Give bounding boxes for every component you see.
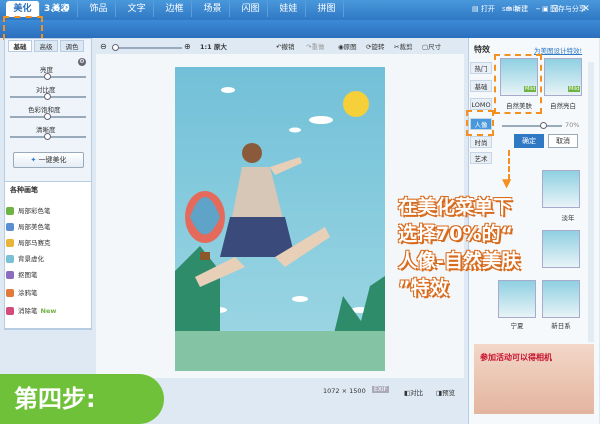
subtab-color[interactable]: 调色 [60,40,84,52]
effect-label: 宁夏 [510,322,524,330]
category-fashion[interactable]: 时尚 [470,136,492,148]
zoom-out-icon[interactable]: ⊖ [100,42,107,51]
category-hot[interactable]: 热门 [470,62,492,74]
brightness-slider-knob[interactable] [44,73,51,80]
actual-size-button[interactable]: 1:1 原大 [200,42,227,52]
blur-icon [6,255,14,263]
category-lomo[interactable]: LOMO [470,98,492,110]
compare-button[interactable]: ◧对比 [404,387,423,397]
effect-opacity-slider[interactable] [502,125,562,127]
arrow-down-icon: ▼ [502,176,512,190]
brush-item[interactable]: 涂鸦笔 [6,288,38,299]
brush-item[interactable]: 局部马赛克 [6,238,51,249]
plus-icon: ⊕ [506,5,515,13]
mild-badge: Mild [568,86,581,92]
step-label: 第四步: [0,374,164,424]
tab-frame[interactable]: 边框 [158,1,192,17]
new-badge: New [40,307,57,315]
subtab-advanced[interactable]: 高级 [34,40,58,52]
image-dimensions: 1072 × 1500 [323,387,366,395]
eraser-icon [6,307,14,315]
zoom-slider-knob[interactable] [112,44,119,51]
color-brush-icon [6,207,14,215]
effect-opacity-value: 70% [565,121,580,129]
zoom-slider[interactable] [112,47,182,49]
resize-button[interactable]: ▢尺寸 [422,42,441,52]
highlight-natural-skin-effect [494,54,542,114]
contrast-slider-knob[interactable] [44,93,51,100]
redo-button[interactable]: ↷重做 [306,42,324,52]
tab-scene[interactable]: 场景 [196,1,230,17]
effect-label: 新日系 [551,322,571,330]
crop-button[interactable]: ✂裁剪 [394,42,412,52]
tone-brush-icon [6,223,14,231]
edited-photo[interactable] [175,67,385,371]
tab-accessories[interactable]: 饰品 [82,1,116,17]
promo-text: 参加活动可以得相机 [480,353,552,362]
highlight-portrait-category [466,110,494,136]
brush-title: 各种画笔 [10,186,38,194]
zoom-in-icon[interactable]: ⊕ [184,42,191,51]
save-share-button[interactable]: ▣ 保存与分享 [542,3,586,15]
brush-item[interactable]: 背景虚化 [6,254,44,265]
settings-icon[interactable]: ⚙ [78,58,86,66]
save-icon: ▣ [542,5,551,13]
rotate-button[interactable]: ⟳旋转 [366,42,384,52]
one-click-beautify-button[interactable]: ✦ 一键美化 [13,152,84,168]
cutout-icon [6,271,14,279]
new-button[interactable]: ⊕ 新建 [506,3,528,15]
exif-button[interactable]: EXIF [372,386,390,393]
preview-button[interactable]: ◨预览 [436,387,455,397]
brush-item[interactable]: 局部彩色笔 [6,206,51,217]
brush-item[interactable]: 消除笔 New [6,306,56,317]
effects-title: 特效 [474,45,490,54]
open-button[interactable]: ▤ 打开 [472,3,495,15]
confirm-button[interactable]: 确定 [514,134,544,148]
sharpness-slider-knob[interactable] [44,133,51,140]
tab-beauty[interactable]: 美容 [44,1,78,17]
folder-icon: ▤ [472,5,481,13]
photo-illustration [175,87,385,371]
tab-doll[interactable]: 娃娃 [272,1,306,17]
doodle-icon [6,289,14,297]
cancel-button[interactable]: 取消 [548,134,578,148]
tab-beautify[interactable]: 美化 [6,1,40,17]
magic-icon: ✦ [30,156,39,164]
tab-flash[interactable]: 闪图 [234,1,268,17]
menu-bar [0,20,600,38]
tab-collage[interactable]: 拼图 [310,1,344,17]
undo-button[interactable]: ↶撤销 [276,42,294,52]
mosaic-icon [6,239,14,247]
brush-item[interactable]: 抠图笔 [6,270,38,281]
original-button[interactable]: ◉原图 [338,42,357,52]
effect-opacity-knob[interactable] [540,122,547,129]
subtab-basic[interactable]: 基础 [8,40,32,52]
instruction-annotation: 在美化菜单下 选择70%的“ 人像-自然美肤 ”特效 [398,196,520,299]
saturation-label: 色彩饱和度 [28,106,61,114]
category-art[interactable]: 艺术 [470,152,492,164]
tab-text[interactable]: 文字 [120,1,154,17]
category-basic[interactable]: 基础 [470,80,492,92]
effect-label: 自然亮白 [550,102,576,110]
brush-item[interactable]: 局部美色笔 [6,222,51,233]
saturation-slider-knob[interactable] [44,113,51,120]
highlight-beautify-tab [3,16,43,40]
